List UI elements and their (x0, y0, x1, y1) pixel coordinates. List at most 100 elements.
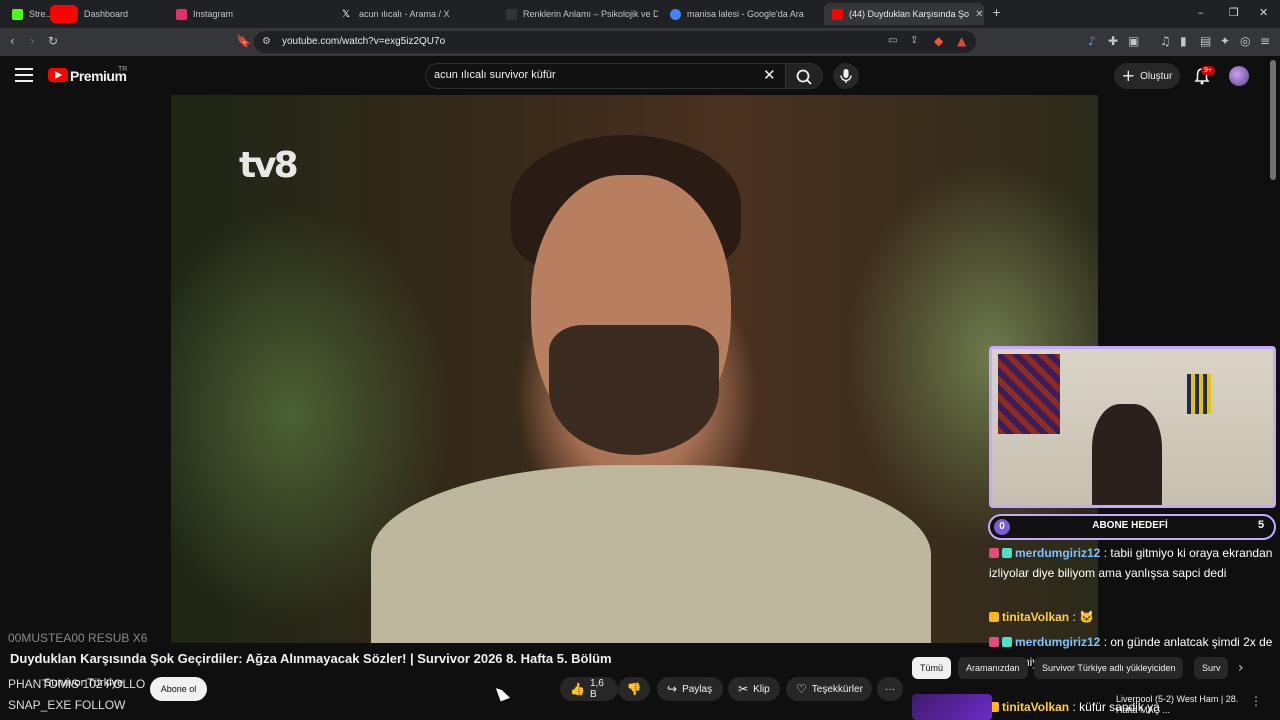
share-label: Paylaş (682, 683, 713, 695)
tab-label: (44) Duyduklan Karşısında Şo (849, 9, 970, 19)
search-icon (796, 69, 812, 85)
stream-event-resub: 00MUSTEA00 RESUB X6 (8, 631, 148, 645)
tab-label: Renklerin Anlamı – Psikolojik ve Duyg (523, 9, 658, 19)
streamer-webcam (989, 346, 1276, 508)
clip-button[interactable]: ✂ Klip (728, 677, 780, 701)
chat-text: 🐱 (1079, 610, 1095, 624)
cast-icon[interactable]: ▭ (888, 35, 897, 46)
maximize-button[interactable]: ❐ (1229, 6, 1239, 19)
create-button[interactable]: + Oluştur (1114, 63, 1180, 89)
kick-icon (12, 8, 23, 20)
video-frame-person-beard (549, 325, 719, 455)
tab-instagram[interactable]: Instagram (168, 3, 328, 25)
bookmark-icon[interactable]: 🔖 (236, 34, 251, 48)
google-icon (670, 8, 681, 20)
subscribe-button[interactable]: Abone ol (150, 677, 207, 701)
tab-google-search[interactable]: manisa lalesi - Google'da Ara (662, 3, 822, 25)
search-input[interactable]: acun ılıcalı survivor küfür (434, 69, 556, 81)
tab-youtube-active[interactable]: (44) Duyduklan Karşısında Şo ✕ (824, 3, 984, 25)
tab-x-search[interactable]: 𝕏 acun ılıcalı - Arama / X (334, 3, 494, 25)
account-avatar[interactable] (1229, 66, 1249, 86)
tv8-watermark: tv8 (239, 145, 299, 186)
chevron-right-icon[interactable]: › (1238, 660, 1244, 676)
share-icon[interactable]: ⇪ (910, 35, 918, 46)
notification-count-badge: 9+ (1201, 66, 1215, 75)
tab-renklerin-anlami[interactable]: Renklerin Anlamı – Psikolojik ve Duyg (498, 3, 658, 25)
thanks-button[interactable]: ♡ Teşekkürler (786, 677, 872, 701)
mouse-cursor-icon (495, 684, 511, 702)
browser-tab-strip: Stre... Dashboard Instagram 𝕏 acun ılıca… (0, 0, 1280, 28)
page-scrollbar[interactable] (1270, 60, 1276, 180)
voice-search-button[interactable] (833, 63, 859, 89)
share-button[interactable]: ↪ Paylaş (657, 677, 723, 701)
chip-all[interactable]: Tümü (912, 657, 952, 679)
chat-badge-icon (989, 548, 999, 558)
more-icon: ··· (885, 683, 895, 695)
clear-search-icon[interactable]: ✕ (763, 66, 776, 84)
sidebar-icon[interactable]: ▮ (1180, 34, 1187, 48)
chip-from-search[interactable]: Aramanızdan (958, 657, 1028, 679)
close-tab-icon[interactable]: ✕ (969, 9, 983, 20)
thanks-label: Teşekkürler (811, 683, 863, 695)
like-count: 1,6 B (589, 678, 604, 700)
extension-icon[interactable]: ✚ (1108, 34, 1118, 48)
goal-current-count: 0 (994, 519, 1010, 535)
chip-from-uploader[interactable]: Survivor Türkiye adlı yükleyiciden (1034, 657, 1184, 679)
webcam-streamer (1092, 404, 1162, 505)
create-label: Oluştur (1140, 70, 1173, 82)
extension-icon-2[interactable]: ▣ (1128, 34, 1139, 48)
brave-shield-icon[interactable]: ◆ (934, 34, 943, 48)
forward-icon[interactable]: › (30, 34, 35, 48)
clip-label: Klip (753, 683, 770, 695)
youtube-icon (832, 8, 843, 20)
vpn-icon[interactable]: ◎ (1240, 34, 1250, 48)
chat-badge-icon (1002, 637, 1012, 647)
chat-badge-icon (989, 637, 999, 647)
reload-icon[interactable]: ↻ (48, 34, 58, 48)
region-label: TR (118, 66, 128, 73)
youtube-logo[interactable] (48, 68, 68, 82)
audio-playing-icon[interactable]: ♪ (1088, 34, 1096, 48)
more-actions-button[interactable]: ··· (877, 677, 903, 701)
thumbs-down-icon: 👎 (626, 682, 642, 696)
recommended-video-thumbnail[interactable] (912, 694, 992, 720)
chat-username: merdumgiriz12 (1015, 546, 1101, 560)
leo-ai-icon[interactable]: ✦ (1220, 34, 1230, 48)
like-button[interactable]: 👍 1,6 B (560, 677, 618, 701)
thanks-heart-icon: ♡ (796, 682, 807, 696)
webcam-jersey (1187, 374, 1211, 414)
chat-username: tinitaVolkan (1002, 700, 1070, 714)
chat-badge-icon (989, 612, 999, 622)
back-icon[interactable]: ‹ (10, 34, 15, 48)
new-tab-button[interactable]: + (992, 6, 1001, 19)
channel-name[interactable]: Survivor Türkiye (44, 677, 123, 689)
hamburger-menu-icon[interactable] (15, 68, 33, 82)
brave-rewards-icon[interactable]: ▲ (957, 34, 966, 48)
close-window-button[interactable]: ✕ (1259, 6, 1268, 19)
goal-title: ABONE HEDEFİ (1092, 520, 1168, 531)
minimize-button[interactable]: – (1198, 6, 1204, 19)
share-arrow-icon: ↪ (667, 682, 678, 696)
browser-menu-icon[interactable]: ≡ (1260, 34, 1270, 48)
webcam-wall-rug (998, 354, 1060, 434)
chat-badge-icon (1002, 548, 1012, 558)
goal-target-count: 5 (1258, 519, 1265, 531)
wallet-icon[interactable]: ▤ (1200, 34, 1211, 48)
chat-username: merdumgiriz12 (1015, 635, 1101, 649)
url-text[interactable]: youtube.com/watch?v=exg5iz2QU7o (282, 36, 445, 47)
x-logo-icon: 𝕏 (342, 8, 351, 20)
video-player[interactable]: tv8 (171, 95, 1098, 643)
thumbs-up-icon: 👍 (570, 682, 585, 696)
site-info-icon[interactable]: ⚙ (262, 36, 271, 47)
chip-survivor[interactable]: Surv (1194, 657, 1228, 679)
search-button[interactable] (785, 63, 823, 89)
dislike-button[interactable]: 👎 (618, 677, 650, 701)
instagram-icon (176, 8, 187, 20)
video-frame-person-shirt (371, 465, 931, 643)
media-control-icon[interactable]: ♫ (1160, 34, 1171, 48)
tab-dashboard[interactable]: Dashboard (42, 3, 160, 25)
chat-message: tinitaVolkan : 🐱 (989, 607, 1274, 627)
recommended-video-title[interactable]: Liverpool (5-2) West Ham | 28. Hafta MAÇ… (1116, 694, 1246, 716)
tab-label: acun ılıcalı - Arama / X (359, 9, 450, 19)
more-vert-icon[interactable]: ⋮ (1250, 694, 1262, 708)
